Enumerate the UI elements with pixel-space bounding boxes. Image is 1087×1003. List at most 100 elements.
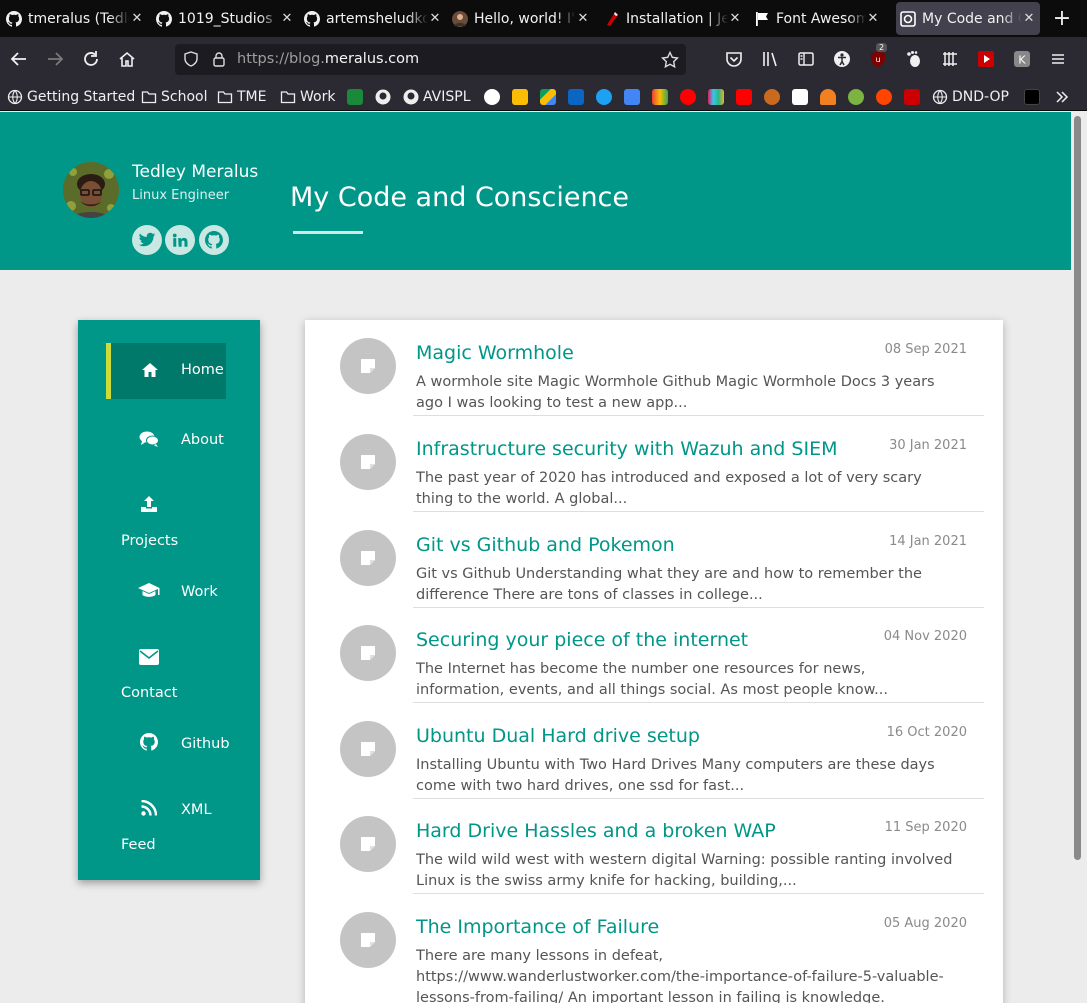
twitter-icon[interactable] — [596, 89, 612, 105]
extension-youtube-button[interactable] — [974, 47, 998, 71]
bookmark-github[interactable] — [375, 87, 395, 107]
close-icon[interactable]: ✕ — [130, 11, 144, 26]
keep-icon[interactable] — [512, 89, 528, 105]
post-title[interactable]: Git vs Github and Pokemon — [416, 534, 675, 556]
svg-text:u: u — [875, 55, 880, 64]
arrow-right-icon — [48, 52, 64, 66]
bookmarks-overflow-button[interactable] — [1054, 87, 1074, 107]
pocket-button[interactable] — [722, 47, 746, 71]
menu-item-home[interactable]: Home — [106, 343, 226, 399]
tab-hello-world[interactable]: Hello, world! I'm ✕ — [448, 0, 594, 37]
bookmark-folder-work[interactable]: Work — [280, 87, 335, 107]
youtube-music-icon[interactable] — [680, 89, 696, 105]
post-thumbnail[interactable] — [340, 816, 396, 872]
reload-button[interactable] — [79, 47, 103, 71]
linkedin-icon — [172, 233, 188, 247]
close-icon[interactable]: ✕ — [576, 11, 590, 26]
forward-button[interactable] — [43, 47, 67, 71]
list-item[interactable]: The Importance of Failure 05 Aug 2020 Th… — [305, 894, 1003, 1003]
close-icon[interactable]: ✕ — [866, 11, 880, 26]
google-icon[interactable] — [484, 89, 500, 105]
back-button[interactable] — [7, 47, 31, 71]
post-title[interactable]: Securing your piece of the internet — [416, 629, 748, 651]
post-title[interactable]: Magic Wormhole — [416, 342, 574, 364]
post-thumbnail[interactable] — [340, 912, 396, 968]
menu-label: Work — [181, 584, 218, 600]
td-bank-icon[interactable] — [347, 89, 363, 105]
amazon-icon[interactable] — [792, 89, 808, 105]
bookmark-label: DND-OP — [952, 89, 1009, 105]
calendar-icon[interactable] — [624, 89, 640, 105]
extension-grid-button[interactable] — [938, 47, 962, 71]
post-title[interactable]: Infrastructure security with Wazuh and S… — [416, 438, 837, 460]
cloud-icon[interactable] — [764, 89, 780, 105]
linkedin-icon[interactable] — [568, 89, 584, 105]
twitter-link[interactable] — [132, 225, 162, 255]
close-icon[interactable]: ✕ — [428, 11, 442, 26]
avatar[interactable] — [63, 162, 119, 218]
close-icon[interactable]: ✕ — [728, 11, 742, 26]
grid-icon — [943, 52, 957, 66]
post-date: 30 Jan 2021 — [889, 438, 967, 453]
post-thumbnail[interactable] — [340, 434, 396, 490]
post-title[interactable]: Hard Drive Hassles and a broken WAP — [416, 820, 776, 842]
sidebar-button[interactable] — [794, 47, 818, 71]
site-header: Tedley Meralus Linux Engineer My Code an… — [0, 112, 1071, 270]
linkedin-link[interactable] — [165, 225, 195, 255]
youtube-icon[interactable] — [736, 89, 752, 105]
list-item[interactable]: Ubuntu Dual Hard drive setup 16 Oct 2020… — [305, 703, 1003, 799]
scrollbar-thumb[interactable] — [1074, 116, 1081, 860]
close-icon[interactable]: ✕ — [1022, 11, 1036, 26]
list-item[interactable]: Infrastructure security with Wazuh and S… — [305, 416, 1003, 512]
post-title[interactable]: Ubuntu Dual Hard drive setup — [416, 725, 700, 747]
tab-my-code-and-conscience[interactable]: My Code and Co ✕ — [896, 2, 1040, 35]
tab-1019-studios[interactable]: 1019_Studios ✕ — [152, 0, 298, 37]
bookmark-folder-school[interactable]: School — [141, 87, 207, 107]
post-thumbnail[interactable] — [340, 530, 396, 586]
author-name[interactable]: Tedley Meralus — [132, 162, 258, 182]
post-thumbnail[interactable] — [340, 625, 396, 681]
github-link[interactable] — [199, 225, 229, 255]
brain-icon[interactable] — [848, 89, 864, 105]
list-item[interactable]: Securing your piece of the internet 04 N… — [305, 607, 1003, 703]
list-item[interactable]: Hard Drive Hassles and a broken WAP 11 S… — [305, 798, 1003, 894]
library-button[interactable] — [758, 47, 782, 71]
ublock-button[interactable]: u2 — [866, 43, 890, 71]
gmail-icon[interactable] — [652, 89, 668, 105]
bookmark-folder-tme[interactable]: TME — [217, 87, 266, 107]
list-item[interactable]: Magic Wormhole 08 Sep 2021 A wormhole si… — [305, 320, 1003, 416]
tab-font-awesome[interactable]: Font Awesome ✕ — [750, 0, 884, 37]
post-excerpt: The wild wild west with western digital … — [416, 852, 953, 889]
slack-icon[interactable] — [708, 89, 724, 105]
bookmark-dnd-op[interactable]: DND-OP — [932, 87, 1009, 107]
post-thumbnail[interactable] — [340, 338, 396, 394]
extension-gnome-button[interactable] — [902, 47, 926, 71]
bookmark-getting-started[interactable]: Getting Started — [7, 87, 135, 107]
bookmark-label: School — [161, 89, 208, 105]
list-item[interactable]: Git vs Github and Pokemon 14 Jan 2021 Gi… — [305, 512, 1003, 608]
hackerrank-icon[interactable] — [1024, 89, 1040, 105]
b-icon[interactable] — [904, 89, 920, 105]
post-thumbnail[interactable] — [340, 721, 396, 777]
close-icon[interactable]: ✕ — [280, 11, 294, 26]
drive-icon[interactable] — [540, 89, 556, 105]
site-title[interactable]: My Code and Conscience — [290, 182, 629, 213]
rss-icon — [138, 797, 160, 819]
tab-installation-jekyll[interactable]: Installation | Jek ✕ — [600, 0, 746, 37]
tab-tmeralus[interactable]: tmeralus (Tedley ✕ — [2, 0, 148, 37]
post-title[interactable]: The Importance of Failure — [416, 916, 659, 938]
accessibility-button[interactable] — [830, 47, 854, 71]
tab-artemsheludko[interactable]: artemsheludko ✕ — [300, 0, 446, 37]
post-excerpt: A wormhole site Magic Wormhole Github Ma… — [416, 374, 935, 411]
post-date: 05 Aug 2020 — [883, 916, 967, 931]
chevron-double-right-icon — [1056, 91, 1069, 103]
reddit-icon[interactable] — [876, 89, 892, 105]
url-bar[interactable]: https://blog.meralus.com — [175, 44, 686, 75]
extension-k-button[interactable]: K — [1010, 47, 1034, 71]
menu-button[interactable] — [1046, 47, 1070, 71]
home-button[interactable] — [115, 47, 139, 71]
cloudflare-icon[interactable] — [820, 89, 836, 105]
bookmark-avispl[interactable]: AVISPL — [403, 87, 471, 107]
new-tab-button[interactable]: + — [1050, 0, 1074, 37]
folder-icon — [217, 91, 233, 104]
